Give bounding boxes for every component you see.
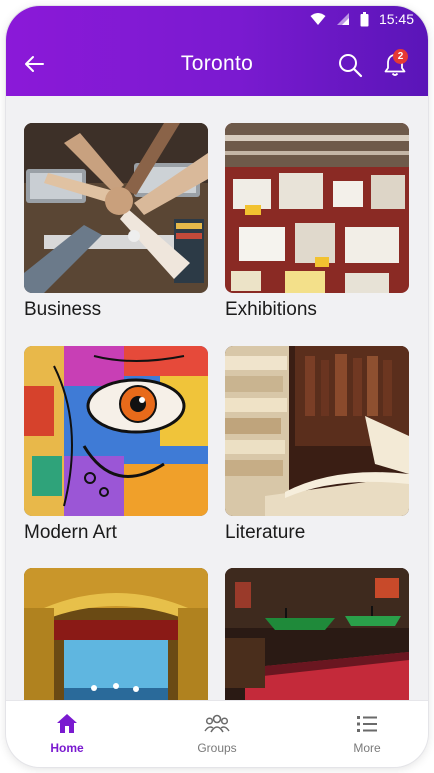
tab-label: Groups (197, 741, 237, 755)
category-label: Business (24, 299, 102, 320)
category-card-billiards[interactable] (225, 568, 409, 702)
tab-groups[interactable]: Groups (162, 701, 272, 767)
category-card-exhibitions[interactable]: Exhibitions (225, 123, 409, 321)
exhibitions-image (225, 123, 409, 293)
category-card-business[interactable]: Business (24, 123, 208, 321)
notification-badge: 2 (393, 49, 408, 64)
search-icon[interactable] (337, 52, 363, 78)
status-icons: 15:45 (310, 11, 414, 27)
list-icon (357, 716, 377, 732)
wifi-icon (310, 13, 326, 25)
tab-more[interactable]: More (312, 701, 422, 767)
status-time: 15:45 (378, 11, 414, 27)
business-image (24, 123, 208, 293)
category-label: Modern Art (24, 522, 117, 543)
app-bar: 15:45 Toronto 2 (6, 6, 428, 96)
category-card-modern-art[interactable]: Modern Art (24, 346, 208, 544)
category-grid: Business Exhibitions Modern Art Literatu… (6, 96, 428, 702)
groups-icon (204, 714, 230, 733)
category-label: Exhibitions (225, 299, 317, 320)
page-title: Toronto (180, 52, 254, 75)
phone-frame: 15:45 Toronto 2 Business Exhibitions Mod… (6, 6, 428, 767)
status-bar: 15:45 (6, 6, 428, 32)
battery-icon (360, 11, 369, 26)
modern-art-image (24, 346, 208, 516)
tab-label: Home (50, 741, 84, 755)
theater-image (24, 568, 208, 702)
bottom-tab-bar: Home Groups More (6, 700, 428, 767)
signal-icon (336, 13, 349, 25)
category-card-theater[interactable] (24, 568, 208, 702)
literature-image (225, 346, 409, 516)
billiards-image (225, 568, 409, 702)
home-icon (57, 714, 77, 733)
category-card-literature[interactable]: Literature (225, 346, 409, 544)
tab-label: More (353, 741, 381, 755)
tab-home[interactable]: Home (12, 701, 122, 767)
category-label: Literature (225, 522, 306, 543)
title-bar: Toronto 2 (6, 38, 428, 90)
